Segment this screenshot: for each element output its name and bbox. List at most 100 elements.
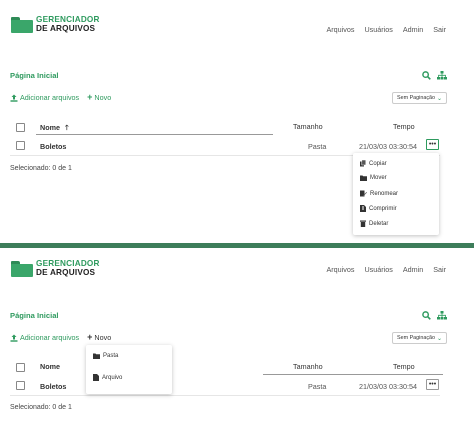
- action-bar: Adicionar arquivos + Novo: [10, 333, 111, 342]
- logo-line2: DE ARQUIVOS: [36, 267, 96, 277]
- upload-icon: [10, 94, 18, 102]
- header-name-label: Nome: [40, 362, 60, 371]
- folder-logo-icon: [11, 260, 33, 277]
- toolbar-icons: [422, 311, 447, 320]
- menu-renomear-label: Renomear: [370, 190, 399, 197]
- app-logo[interactable]: GERENCIADOR DE ARQUIVOS: [11, 15, 100, 33]
- copy-icon: [360, 160, 366, 167]
- app-logo[interactable]: GERENCIADOR DE ARQUIVOS: [11, 259, 100, 277]
- screenshot-bottom-panel: GERENCIADOR DE ARQUIVOS Arquivos Usuário…: [0, 248, 474, 431]
- arrow-up-icon: 🡑: [64, 123, 69, 132]
- table-header: Nome Tamanho Tempo: [10, 361, 447, 375]
- search-icon[interactable]: [422, 71, 431, 80]
- folder-icon: [93, 353, 100, 359]
- chevron-down-icon: ⌄: [436, 336, 442, 342]
- trash-icon: [360, 220, 366, 227]
- pagination-select[interactable]: Sem Paginação ⌄: [392, 92, 447, 104]
- nav-admin[interactable]: Admin: [403, 25, 423, 34]
- folder-move-icon: [360, 175, 367, 181]
- pagination-value: Sem Paginação: [397, 335, 436, 341]
- row-divider: [10, 395, 440, 396]
- top-nav: Arquivos Usuários Admin Sair: [326, 265, 446, 274]
- menu-mover[interactable]: Mover: [360, 175, 387, 181]
- row-context-menu: Copiar Mover Renomear Comprimir Deletar: [353, 153, 439, 235]
- toolbar-icons: [422, 71, 447, 80]
- folder-logo-icon: [11, 16, 33, 33]
- row-more-button[interactable]: •••: [426, 379, 439, 390]
- sitemap-icon[interactable]: [437, 71, 447, 80]
- top-nav: Arquivos Usuários Admin Sair: [326, 25, 446, 34]
- table-row[interactable]: Boletos Pasta 21/03/03 03:30:54 •••: [10, 139, 447, 154]
- header-name[interactable]: Nome: [40, 362, 60, 371]
- header-time[interactable]: Tempo: [393, 122, 415, 131]
- menu-comprimir[interactable]: Comprimir: [360, 205, 397, 212]
- new-label: Novo: [94, 93, 112, 102]
- nav-usuarios[interactable]: Usuários: [364, 25, 392, 34]
- menu-mover-label: Mover: [370, 175, 387, 181]
- row-checkbox[interactable]: [16, 141, 25, 150]
- new-label: Novo: [94, 333, 112, 342]
- file-icon: [93, 374, 99, 381]
- menu-deletar[interactable]: Deletar: [360, 220, 388, 227]
- select-all-checkbox[interactable]: [16, 363, 25, 372]
- action-bar: Adicionar arquivos + Novo: [10, 93, 111, 102]
- row-time: 21/03/03 03:30:54: [359, 142, 417, 151]
- ellipsis-icon: •••: [428, 380, 437, 388]
- screenshot-top-panel: GERENCIADOR DE ARQUIVOS Arquivos Usuário…: [0, 0, 474, 244]
- search-icon[interactable]: [422, 311, 431, 320]
- table-row[interactable]: Boletos Pasta 21/03/03 03:30:54 •••: [10, 379, 447, 394]
- row-name[interactable]: Boletos: [40, 142, 66, 151]
- row-size: Pasta: [308, 382, 327, 391]
- add-files-button[interactable]: Adicionar arquivos: [10, 93, 79, 102]
- logo-line2: DE ARQUIVOS: [36, 23, 96, 33]
- nav-admin[interactable]: Admin: [403, 265, 423, 274]
- nav-sair[interactable]: Sair: [433, 25, 446, 34]
- header-size[interactable]: Tamanho: [293, 122, 323, 131]
- add-files-button[interactable]: Adicionar arquivos: [10, 333, 79, 342]
- select-all-checkbox[interactable]: [16, 123, 25, 132]
- row-name[interactable]: Boletos: [40, 382, 66, 391]
- menu-arquivo-label: Arquivo: [102, 374, 123, 381]
- upload-icon: [10, 334, 18, 342]
- sitemap-icon[interactable]: [437, 311, 447, 320]
- plus-icon: +: [87, 92, 93, 102]
- menu-deletar-label: Deletar: [369, 220, 389, 227]
- pagination-value: Sem Paginação: [397, 95, 436, 101]
- nav-usuarios[interactable]: Usuários: [364, 265, 392, 274]
- breadcrumb[interactable]: Página Inicial: [10, 71, 59, 80]
- nav-arquivos[interactable]: Arquivos: [326, 25, 354, 34]
- menu-renomear[interactable]: Renomear: [360, 190, 398, 197]
- rename-icon: [360, 190, 367, 197]
- add-files-label: Adicionar arquivos: [20, 93, 80, 102]
- row-time: 21/03/03 03:30:54: [359, 382, 417, 391]
- menu-copiar-label: Copiar: [369, 160, 387, 167]
- add-files-label: Adicionar arquivos: [20, 333, 80, 342]
- new-dropdown-menu: Pasta Arquivo: [86, 345, 172, 394]
- menu-pasta[interactable]: Pasta: [93, 353, 118, 359]
- header-underline: [36, 134, 273, 135]
- header-size[interactable]: Tamanho: [293, 362, 323, 371]
- chevron-down-icon: ⌄: [436, 96, 442, 102]
- pagination-select[interactable]: Sem Paginação ⌄: [392, 332, 447, 344]
- menu-pasta-label: Pasta: [103, 353, 119, 359]
- selected-count: Selecionado: 0 de 1: [10, 404, 72, 411]
- ellipsis-icon: •••: [428, 140, 437, 148]
- selected-count: Selecionado: 0 de 1: [10, 165, 72, 172]
- archive-icon: [360, 205, 366, 212]
- new-button[interactable]: + Novo: [87, 332, 112, 343]
- plus-icon: +: [87, 332, 93, 342]
- menu-copiar[interactable]: Copiar: [360, 160, 387, 167]
- breadcrumb[interactable]: Página Inicial: [10, 311, 59, 320]
- header-underline: [263, 374, 443, 375]
- row-more-button[interactable]: •••: [426, 139, 439, 150]
- menu-comprimir-label: Comprimir: [369, 205, 397, 212]
- nav-arquivos[interactable]: Arquivos: [326, 265, 354, 274]
- table-header: Nome 🡑 Tamanho Tempo: [10, 121, 447, 135]
- new-button[interactable]: + Novo: [87, 92, 112, 103]
- row-size: Pasta: [308, 142, 327, 151]
- row-checkbox[interactable]: [16, 381, 25, 390]
- header-time[interactable]: Tempo: [393, 362, 415, 371]
- header-name-label: Nome: [40, 123, 60, 132]
- nav-sair[interactable]: Sair: [433, 265, 446, 274]
- menu-arquivo[interactable]: Arquivo: [93, 374, 122, 381]
